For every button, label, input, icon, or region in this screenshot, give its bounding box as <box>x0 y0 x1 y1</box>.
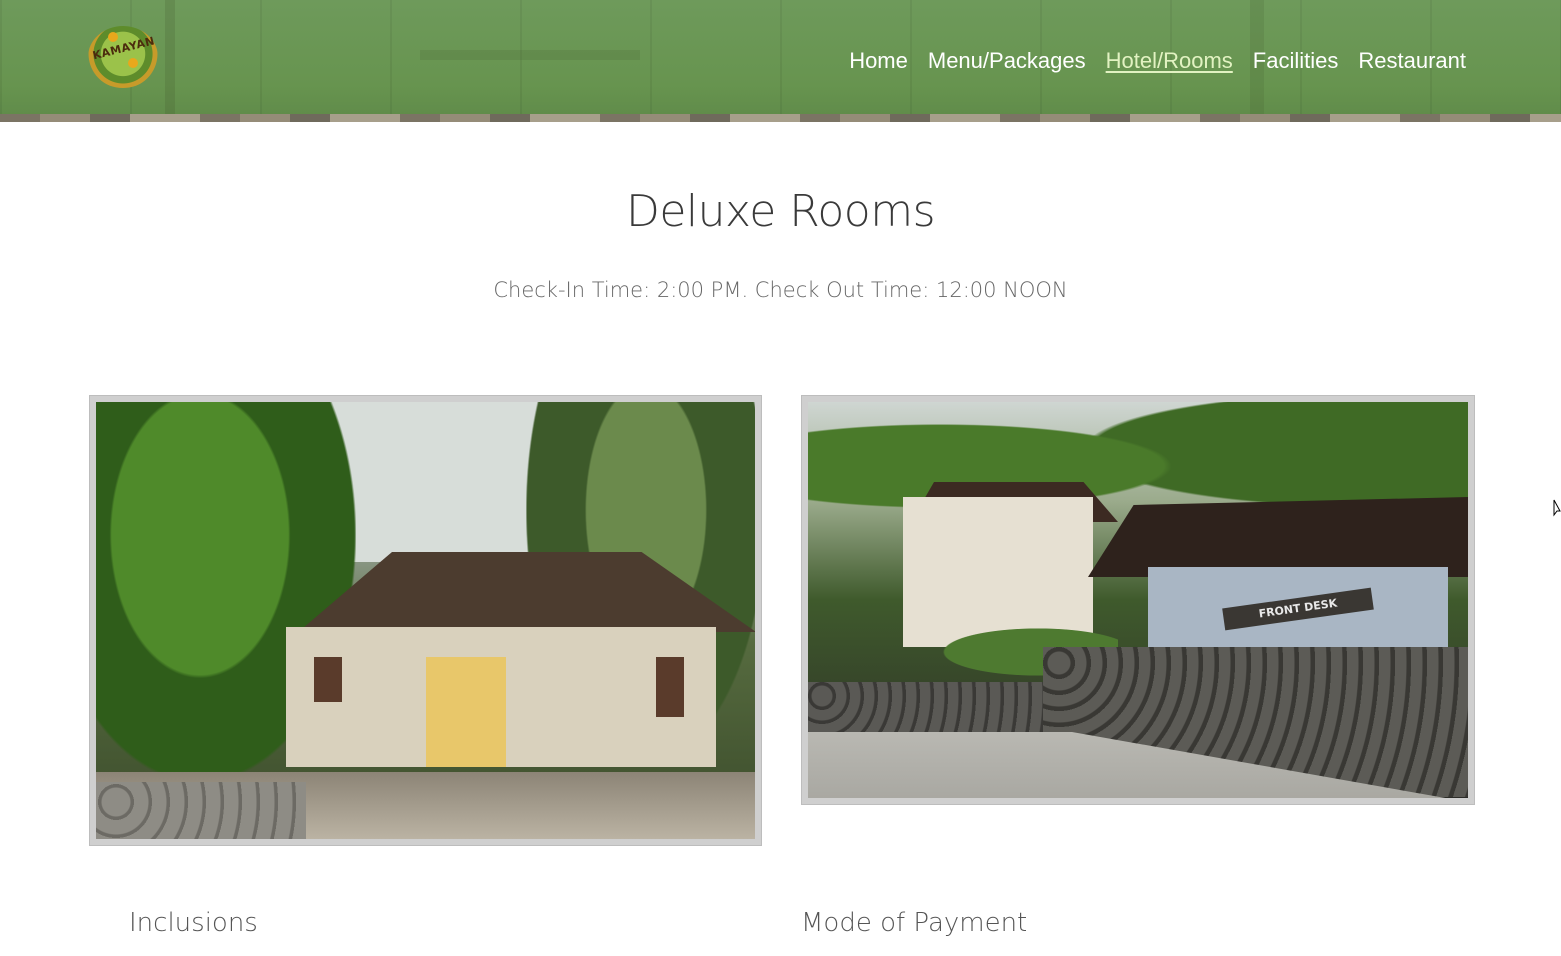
inclusions-heading: Inclusions <box>129 908 258 938</box>
photo-window <box>314 657 342 702</box>
deluxe-room-house-photo <box>96 402 755 839</box>
header-bottom-stripe <box>0 114 1561 122</box>
photo-lit-entrance <box>426 657 506 767</box>
check-in-out-times: Check-In Time: 2:00 PM. Check Out Time: … <box>493 278 1068 302</box>
logo-text: KAMAYAN <box>91 34 157 63</box>
mode-of-payment-heading: Mode of Payment <box>801 908 1028 938</box>
front-desk-photo: FRONT DESK <box>808 402 1468 798</box>
front-desk-photo-frame[interactable]: FRONT DESK <box>801 395 1475 805</box>
nav-hotel-rooms[interactable]: Hotel/Rooms <box>1106 48 1233 74</box>
logo-dot <box>108 32 118 42</box>
header-texture <box>165 0 175 114</box>
nav-menu-packages[interactable]: Menu/Packages <box>928 48 1086 74</box>
photo-desk-roof <box>1088 497 1468 577</box>
photo-stone-wall <box>96 782 306 839</box>
deluxe-room-photo-frame[interactable] <box>89 395 762 846</box>
page-title: Deluxe Rooms <box>625 186 936 237</box>
nav-facilities[interactable]: Facilities <box>1253 48 1339 74</box>
header-texture <box>420 50 640 60</box>
nav-restaurant[interactable]: Restaurant <box>1358 48 1466 74</box>
site-header: KAMAYAN Home Menu/Packages Hotel/Rooms F… <box>0 0 1561 122</box>
photo-stone-wall-low <box>808 682 1048 737</box>
site-logo[interactable]: KAMAYAN <box>88 26 158 88</box>
photo-window <box>656 657 684 717</box>
logo-dot <box>128 58 138 68</box>
mouse-cursor-icon <box>1553 499 1561 517</box>
nav-home[interactable]: Home <box>849 48 908 74</box>
main-nav: Home Menu/Packages Hotel/Rooms Facilitie… <box>849 48 1466 74</box>
